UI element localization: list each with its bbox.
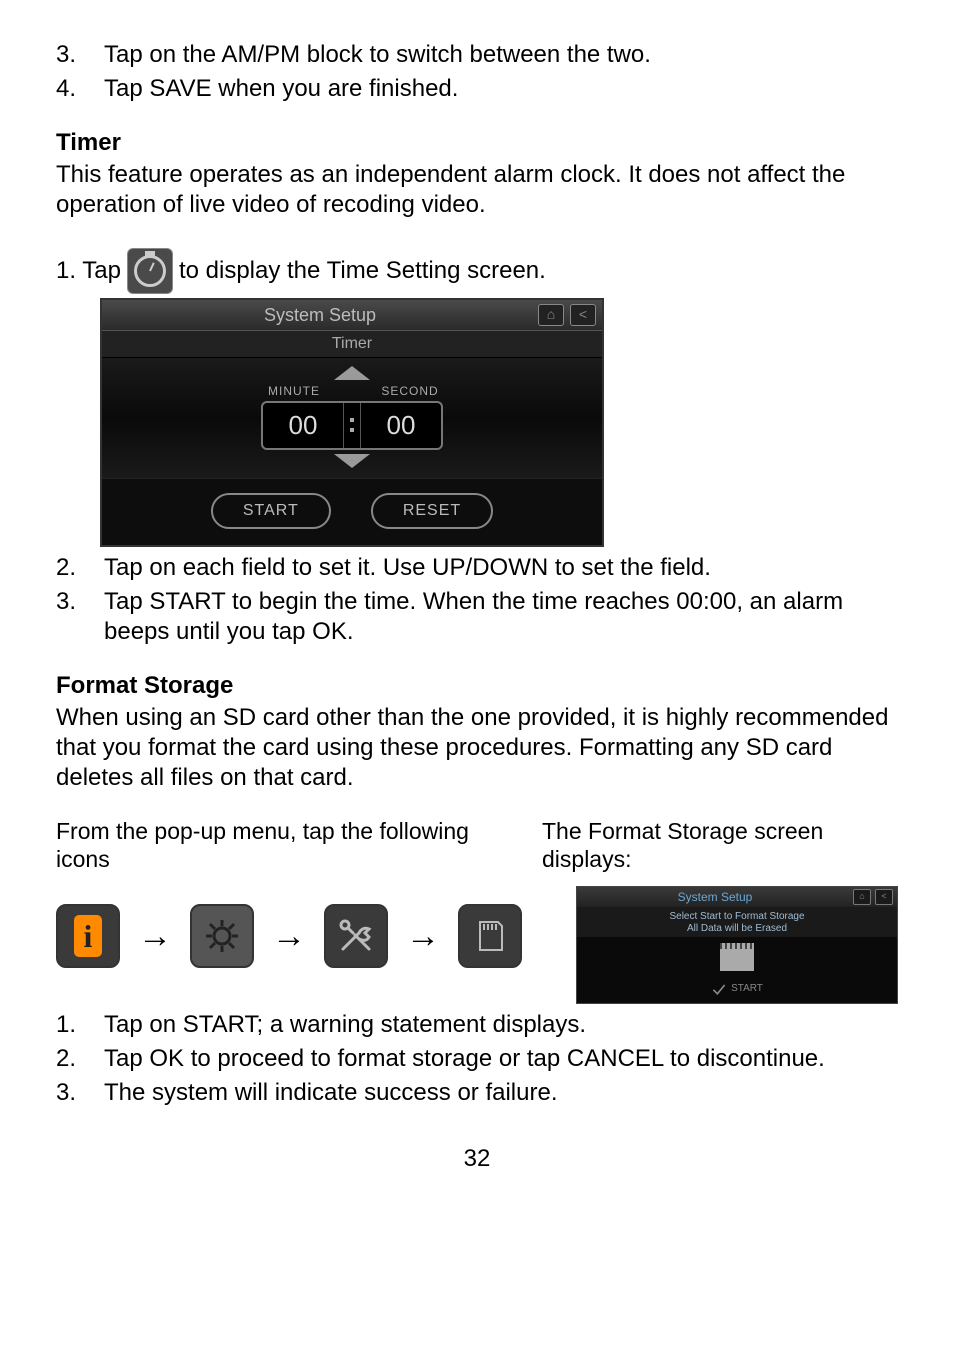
timer-desc: This feature operates as an independent … [56, 160, 898, 220]
mini-start-button[interactable]: START [731, 983, 763, 996]
step-1-row: 1. Tap to display the Time Setting scree… [56, 248, 898, 294]
manual-page: 3. Tap on the AM/PM block to switch betw… [0, 0, 954, 1354]
arrow-down-icon[interactable] [334, 454, 370, 468]
sd-card-icon[interactable] [458, 904, 522, 968]
list-item: 4. Tap SAVE when you are finished. [56, 74, 898, 104]
mini-line1: Select Start to Format Storage [577, 911, 897, 923]
second-field[interactable]: 00 [361, 403, 441, 448]
gear-icon[interactable] [190, 904, 254, 968]
list-item: 2. Tap on each field to set it. Use UP/D… [56, 553, 898, 583]
list-item: 3. Tap on the AM/PM block to switch betw… [56, 40, 898, 70]
popup-instruction: From the pop-up menu, tap the following … [56, 817, 522, 979]
arrow-right-icon: → [406, 915, 440, 958]
format-screenshot: System Setup ⌂ < Select Start to Format … [576, 886, 898, 1004]
timer-icon [127, 248, 173, 294]
timer-screenshot: System Setup ⌂ < Timer MINUTE SECOND 00 … [100, 298, 898, 547]
home-icon[interactable]: ⌂ [538, 304, 564, 326]
minute-label: MINUTE [254, 384, 334, 399]
reset-button[interactable]: RESET [371, 493, 493, 529]
info-icon[interactable]: i [56, 904, 120, 968]
icon-path: i → [56, 904, 522, 968]
arrow-right-icon: → [138, 915, 172, 958]
screenshot-header: System Setup ⌂ < [102, 300, 602, 331]
home-icon[interactable]: ⌂ [853, 889, 871, 905]
arrow-right-icon: → [272, 915, 306, 958]
heading-format-storage: Format Storage [56, 671, 898, 701]
check-icon [711, 981, 727, 997]
list-item: 3. The system will indicate success or f… [56, 1078, 898, 1108]
format-desc: When using an SD card other than the one… [56, 703, 898, 793]
back-icon[interactable]: < [570, 304, 596, 326]
start-button[interactable]: START [211, 493, 331, 529]
sd-card-icon [720, 943, 754, 971]
minute-field[interactable]: 00 [263, 403, 343, 448]
time-separator [343, 403, 361, 448]
screenshot-subtitle: Timer [102, 331, 602, 358]
list-item: 1. Tap on START; a warning statement dis… [56, 1010, 898, 1040]
mini-line2: All Data will be Erased [577, 923, 897, 935]
page-number: 32 [56, 1144, 898, 1174]
step1-suffix: to display the Time Setting screen. [179, 256, 546, 286]
mini-title: System Setup [577, 890, 853, 905]
second-label: SECOND [370, 384, 450, 399]
step1-prefix: 1. Tap [56, 256, 121, 286]
arrow-up-icon[interactable] [334, 366, 370, 380]
format-result-label: The Format Storage screen displays: [542, 818, 823, 873]
screenshot-title: System Setup [102, 304, 538, 327]
timer-fields: 00 00 [261, 401, 443, 450]
back-icon[interactable]: < [875, 889, 893, 905]
heading-timer: Timer [56, 128, 898, 158]
list-item: 2. Tap OK to proceed to format storage o… [56, 1044, 898, 1074]
tools-icon[interactable] [324, 904, 388, 968]
list-item: 3. Tap START to begin the time. When the… [56, 587, 898, 647]
